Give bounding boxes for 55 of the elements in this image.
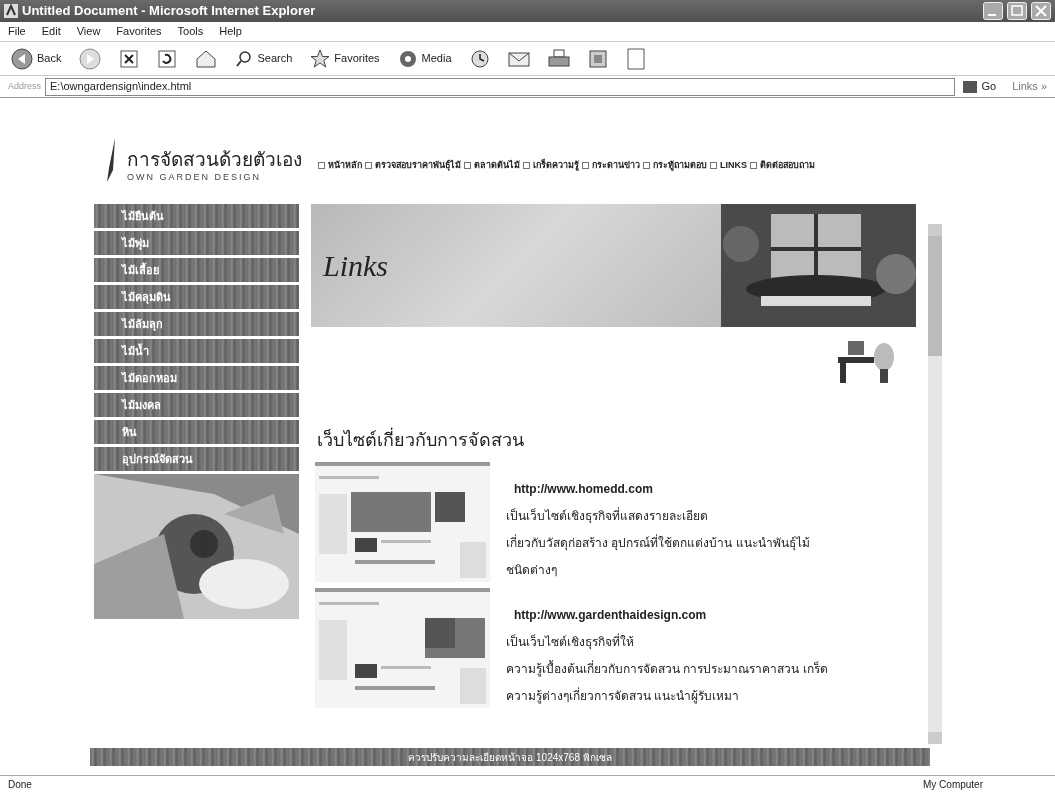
media-icon bbox=[397, 48, 418, 69]
banner-title: Links bbox=[323, 248, 388, 284]
description-text: ความรู้ต่างๆเกี่ยวการจัดสวน แนะนำผู้รับเหมา bbox=[506, 686, 741, 706]
description-text: เป็นเว็บไซต์เชิงธุรกิจที่ให้ bbox=[506, 632, 635, 652]
menu-item[interactable]: View bbox=[76, 23, 101, 40]
browser-icon bbox=[4, 4, 18, 18]
toolbar-button[interactable]: Search bbox=[232, 47, 296, 70]
nav-link[interactable]: LINKS bbox=[710, 158, 747, 172]
zone-text: My Computer bbox=[923, 778, 984, 792]
toolbar-button[interactable]: Favorites bbox=[307, 46, 383, 71]
logo-subtitle: OWN GARDEN DESIGN bbox=[127, 170, 262, 184]
section-heading: เว็บไซต์เกี่ยวกับการจัดสวน bbox=[311, 427, 916, 454]
toolbar-button[interactable]: Media bbox=[394, 46, 455, 71]
minimize-icon[interactable] bbox=[983, 2, 1003, 20]
menu-item[interactable]: Tools bbox=[177, 23, 204, 40]
status-text: Done bbox=[8, 778, 32, 792]
sidebar-item[interactable]: ไม้น้ำ bbox=[94, 339, 299, 363]
site-link[interactable]: http://www.gardenthaidesign.com bbox=[506, 602, 828, 629]
logo-title: การจัดสวนด้วยตัวเอง bbox=[127, 148, 302, 171]
nav-link[interactable]: กระทู้ถามตอบ bbox=[643, 158, 707, 172]
nav-link[interactable]: เกร็ดความรู้ bbox=[523, 158, 579, 172]
window-title: Untitled Document - Microsoft Internet Explorer bbox=[22, 2, 316, 21]
sidebar-item[interactable]: อุปกรณ์จัดสวน bbox=[94, 447, 299, 471]
menu-item[interactable]: Edit bbox=[41, 23, 61, 40]
sidebar-item[interactable]: ไม้ล้มลุก bbox=[94, 312, 299, 336]
address-label: Address bbox=[8, 79, 42, 93]
address-field[interactable]: E:\owngardensign\index.html bbox=[45, 77, 956, 96]
sidebar-item[interactable]: หิน bbox=[94, 420, 299, 444]
sidebar-item[interactable]: ไม้เลื้อย bbox=[94, 258, 299, 282]
description-text: เกี่ยวกับวัสดุก่อสร้าง อุปกรณ์ที่ใช้ตกแต่งบ้าน แนะนำพันธุ์ไม้ bbox=[506, 533, 810, 553]
sidebar-item[interactable]: ไม้พุ่ม bbox=[94, 231, 299, 255]
nav-link[interactable]: ติดต่อสอบถาม bbox=[750, 158, 815, 172]
sidebar-item[interactable]: ไม้คลุมดิน bbox=[94, 285, 299, 309]
nav-link[interactable]: ตลาดต้นไม้ bbox=[464, 158, 520, 172]
sidebar-item[interactable]: ไม้มงคล bbox=[94, 393, 299, 417]
nav-link[interactable]: ตรวจสอบราคาพันธุ์ไม้ bbox=[365, 158, 461, 172]
sidebar-item[interactable]: ไม้ยืนต้น bbox=[94, 204, 299, 228]
star-icon bbox=[310, 48, 331, 69]
site-link[interactable]: http://www.homedd.com bbox=[506, 476, 810, 503]
links-label[interactable]: Links » bbox=[1004, 78, 1047, 95]
footer-text: ควรปรับความละเอียดหน้าจอ 1024x768 พิกเซล bbox=[408, 750, 612, 765]
search-icon bbox=[235, 49, 254, 68]
toolbar-button[interactable]: Back bbox=[8, 45, 65, 72]
description-text: ความรู้เบื้องต้นเกี่ยวกับการจัดสวน การประมาณราคาสวน เกร็ด bbox=[506, 659, 828, 679]
go-button[interactable]: Go bbox=[959, 78, 1001, 95]
sidebar-item[interactable]: ไม้ดอกหอม bbox=[94, 366, 299, 390]
menu-item[interactable]: Favorites bbox=[116, 23, 162, 40]
close-icon[interactable] bbox=[1031, 2, 1051, 20]
nav-link[interactable]: กระดานข่าว bbox=[582, 158, 640, 172]
nav-link[interactable]: หน้าหลัก bbox=[318, 158, 362, 172]
scrollbar[interactable] bbox=[928, 224, 942, 744]
description-text: เป็นเว็บไซต์เชิงธุรกิจที่แสดงรายละเอียด bbox=[506, 506, 709, 526]
description-text: ชนิดต่างๆ bbox=[506, 562, 558, 579]
menu-item[interactable]: Help bbox=[219, 23, 242, 40]
menu-item[interactable]: File bbox=[8, 23, 26, 40]
